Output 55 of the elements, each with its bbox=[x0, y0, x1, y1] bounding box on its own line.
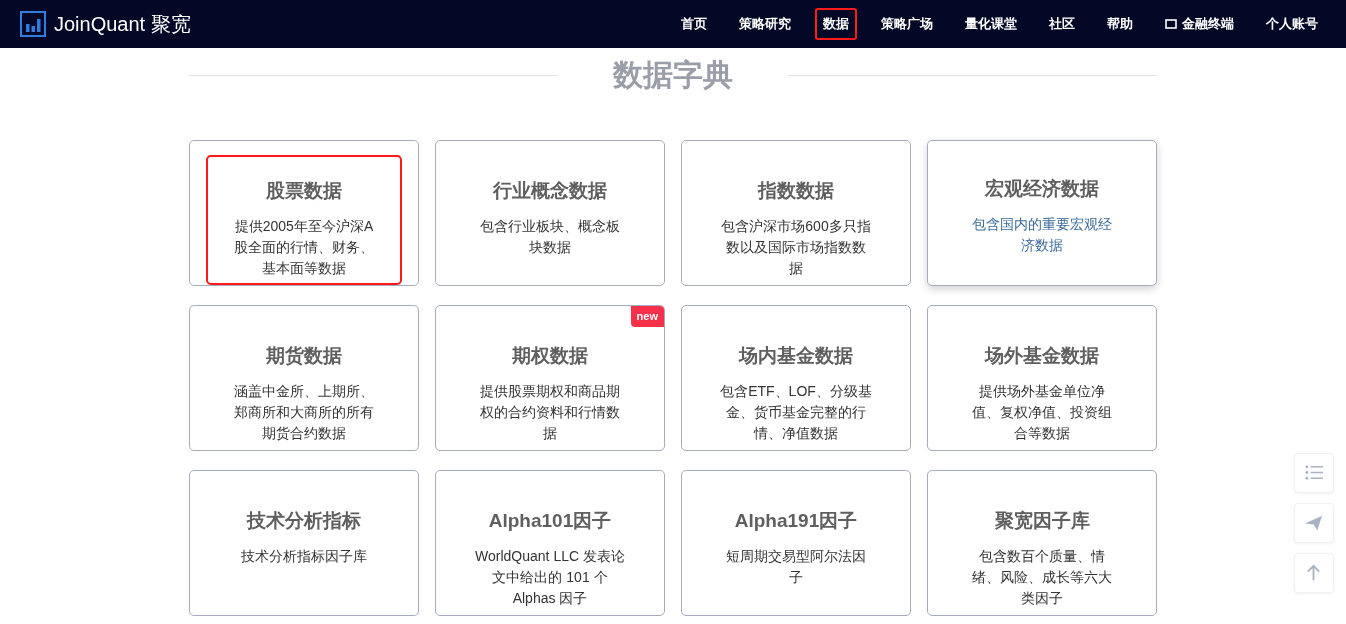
card-description: 包含国内的重要宏观经济数据 bbox=[971, 214, 1113, 255]
nav-link[interactable]: 策略研究 bbox=[731, 8, 799, 40]
card-title: 场外基金数据 bbox=[985, 344, 1099, 368]
nav-link[interactable]: 金融终端 bbox=[1157, 8, 1242, 40]
card-description: 包含行业板块、概念板块数据 bbox=[479, 216, 621, 257]
data-card[interactable]: 股票数据 提供2005年至今沪深A股全面的行情、财务、基本面等数据 bbox=[189, 140, 419, 286]
nav-link[interactable]: 首页 bbox=[673, 8, 715, 40]
card-title: Alpha191因子 bbox=[734, 509, 858, 533]
card-description: 提供场外基金单位净值、复权净值、投资组合等数据 bbox=[971, 381, 1113, 443]
send-icon bbox=[1304, 513, 1324, 533]
monitor-icon bbox=[1165, 19, 1177, 29]
nav-link[interactable]: 量化课堂 bbox=[957, 8, 1025, 40]
brand-name[interactable]: JoinQuant 聚宽 bbox=[54, 9, 191, 39]
card-title: 行业概念数据 bbox=[493, 179, 607, 203]
data-card[interactable]: Alpha101因子 WorldQuant LLC 发表论文中给出的 101 个 Alphas 因子 bbox=[435, 470, 665, 616]
data-card[interactable]: 技术分析指标 技术分析指标因子库 bbox=[189, 470, 419, 616]
data-card[interactable]: 场外基金数据 提供场外基金单位净值、复权净值、投资组合等数据 bbox=[927, 305, 1157, 451]
card-title: 聚宽因子库 bbox=[994, 509, 1090, 533]
nav-link[interactable]: 策略广场 bbox=[873, 8, 941, 40]
data-card[interactable]: 场内基金数据 包含ETF、LOF、分级基金、货币基金完整的行情、净值数据 bbox=[681, 305, 911, 451]
nav-link[interactable]: 数据 bbox=[815, 8, 857, 40]
page-heading: 数据字典 bbox=[613, 60, 733, 90]
card-description: 包含ETF、LOF、分级基金、货币基金完整的行情、净值数据 bbox=[720, 381, 872, 443]
nav-link[interactable]: 社区 bbox=[1041, 8, 1083, 40]
card-description: 技术分析指标因子库 bbox=[240, 546, 368, 566]
card-description: 提供2005年至今沪深A股全面的行情、财务、基本面等数据 bbox=[233, 216, 375, 278]
new-badge: new bbox=[630, 306, 664, 327]
card-title: Alpha101因子 bbox=[488, 509, 612, 533]
data-card[interactable]: 聚宽因子库 包含数百个质量、情绪、风险、成长等六大类因子 bbox=[927, 470, 1157, 616]
data-card[interactable]: 指数数据 包含沪深市场600多只指数以及国际市场指数数据 bbox=[681, 140, 911, 286]
card-description: 提供股票期权和商品期权的合约资料和行情数据 bbox=[479, 381, 621, 443]
card-description: 短周期交易型阿尔法因子 bbox=[725, 546, 867, 587]
card-title: 股票数据 bbox=[266, 179, 342, 203]
data-card[interactable]: 期权数据 提供股票期权和商品期权的合约资料和行情数据 new bbox=[435, 305, 665, 451]
list-button[interactable] bbox=[1294, 453, 1334, 493]
data-card[interactable]: Alpha191因子 短周期交易型阿尔法因子 bbox=[681, 470, 911, 616]
logo-icon bbox=[20, 11, 46, 37]
card-title: 技术分析指标 bbox=[247, 509, 361, 533]
data-card[interactable]: 行业概念数据 包含行业板块、概念板块数据 bbox=[435, 140, 665, 286]
card-description: WorldQuant LLC 发表论文中给出的 101 个 Alphas 因子 bbox=[474, 546, 626, 608]
card-title: 宏观经济数据 bbox=[985, 177, 1099, 201]
card-description: 涵盖中金所、上期所、郑商所和大商所的所有期货合约数据 bbox=[233, 381, 375, 443]
card-title: 期权数据 bbox=[512, 344, 588, 368]
card-description: 包含数百个质量、情绪、风险、成长等六大类因子 bbox=[971, 546, 1113, 608]
nav-link[interactable]: 个人账号 bbox=[1258, 8, 1326, 40]
list-icon bbox=[1304, 463, 1324, 483]
send-button[interactable] bbox=[1294, 503, 1334, 543]
card-description: 包含沪深市场600多只指数以及国际市场指数数据 bbox=[720, 216, 872, 278]
card-title: 场内基金数据 bbox=[739, 344, 853, 368]
back-to-top-button[interactable] bbox=[1294, 553, 1334, 593]
card-title: 指数数据 bbox=[758, 179, 834, 203]
nav-link[interactable]: 帮助 bbox=[1099, 8, 1141, 40]
data-card[interactable]: 期货数据 涵盖中金所、上期所、郑商所和大商所的所有期货合约数据 bbox=[189, 305, 419, 451]
data-card[interactable]: 宏观经济数据 包含国内的重要宏观经济数据 bbox=[927, 140, 1157, 286]
card-title: 期货数据 bbox=[266, 344, 342, 368]
